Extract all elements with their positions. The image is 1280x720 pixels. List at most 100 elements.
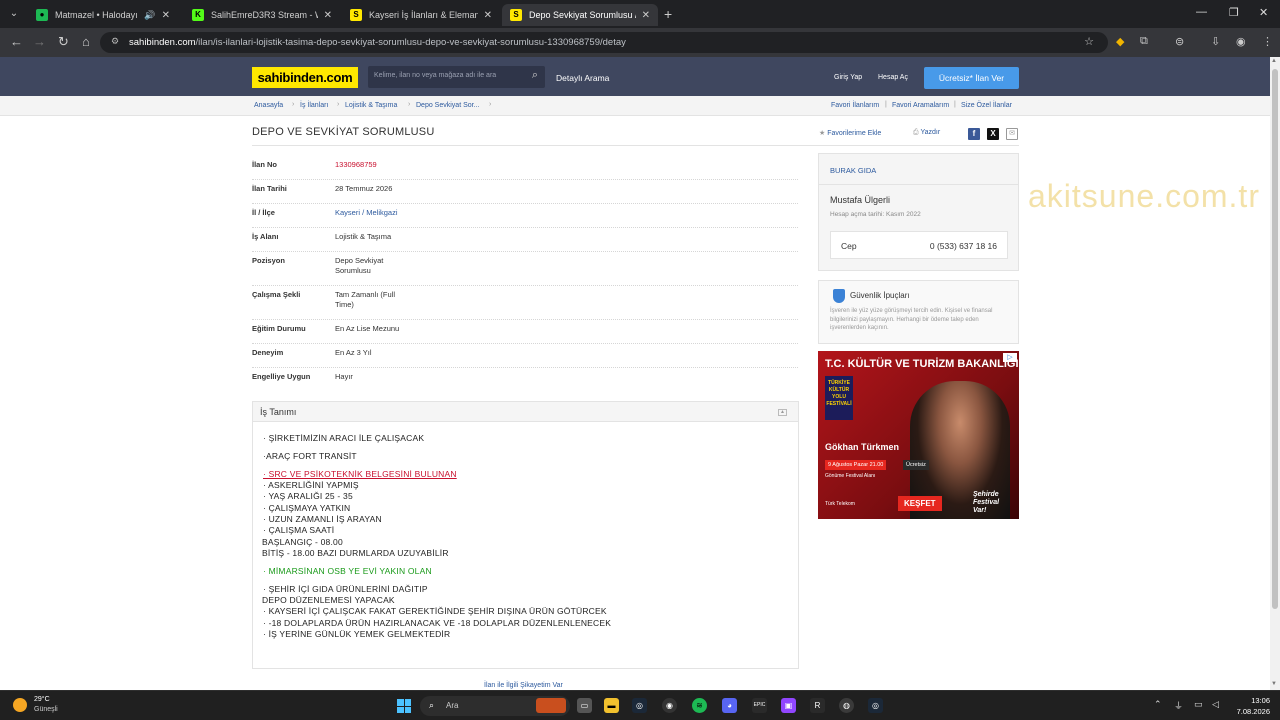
print-button[interactable]: ⎙ Yazdır — [913, 129, 940, 137]
spotify-icon[interactable]: ≋ — [692, 698, 707, 713]
register-link[interactable]: Hesap Aç — [878, 74, 908, 81]
event-date: 9 Ağustos Pazar 21.00 — [825, 460, 887, 470]
reload-icon[interactable]: ↻ — [58, 34, 69, 50]
system-clock[interactable]: 13:06 7.08.2026 — [1232, 695, 1270, 717]
close-window-icon[interactable]: ✕ — [1259, 6, 1268, 19]
page-scrollbar[interactable]: ▲ ▼ — [1270, 57, 1280, 690]
steam-icon[interactable]: ◎ — [632, 698, 647, 713]
speaker-icon[interactable]: 🔊 — [144, 10, 155, 21]
sun-icon[interactable] — [13, 698, 27, 712]
tab-title: Kayseri İş İlanları & Eleman Ara — [369, 10, 478, 20]
tab-spotify[interactable]: ● Matmazel • Halodayı 🔊 ✕ — [28, 4, 178, 26]
tab-kayseri-jobs[interactable]: S Kayseri İş İlanları & Eleman Ara ✕ — [342, 4, 500, 26]
downloads-icon[interactable]: ⇩ — [1211, 35, 1220, 48]
close-tab-icon[interactable]: ✕ — [484, 10, 492, 21]
file-explorer-icon[interactable]: ▬ — [604, 698, 619, 713]
description-line: · ÇALIŞMA SAATİ — [263, 525, 335, 535]
facebook-share-icon[interactable]: f — [968, 128, 980, 140]
post-free-ad-button[interactable]: Ücretsiz* İlan Ver — [924, 67, 1019, 89]
tray-overflow-icon[interactable]: ⌃ — [1154, 699, 1162, 710]
description-line: · UZUN ZAMANLI İŞ ARAYAN — [263, 514, 382, 524]
network-icon[interactable]: ▭ — [1194, 699, 1203, 710]
close-tab-icon[interactable]: ✕ — [324, 10, 332, 21]
complaint-link[interactable]: İlan ile İlgili Şikayetim Var — [484, 682, 563, 689]
twitch-icon[interactable]: ▣ — [781, 698, 796, 713]
detail-row-accessible: Engelliye Uygun Hayır — [252, 372, 798, 392]
epic-games-icon[interactable]: EPIC — [752, 698, 767, 713]
breadcrumb-current[interactable]: Depo Sevkiyat Sor... — [416, 102, 479, 109]
account-since: Hesap açma tarihi: Kasım 2022 — [830, 211, 921, 218]
vpn-icon[interactable]: ⊜ — [1175, 35, 1184, 48]
weather-condition: Güneşli — [34, 706, 58, 713]
seller-divider — [819, 184, 1018, 185]
store-name-link[interactable]: BURAK GIDA — [830, 166, 876, 175]
add-favorite-button[interactable]: ★ Favorilerime Ekle — [819, 129, 881, 137]
forward-icon[interactable]: → — [33, 34, 46, 49]
bookmark-star-icon[interactable]: ☆ — [1084, 35, 1094, 48]
extension-icon[interactable]: ◆ — [1116, 35, 1124, 48]
ad-title: T.C. KÜLTÜR VE TURİZM BAKANLIĞI — [825, 358, 1019, 370]
site-header: sahibinden.com Kelime, ilan no veya mağa… — [0, 57, 1280, 96]
scroll-down-icon[interactable]: ▼ — [1271, 681, 1277, 687]
tab-title: SalihEmreD3R3 Stream - Watch — [211, 10, 318, 20]
browser-menu-icon[interactable]: ⋮ — [1262, 35, 1273, 48]
widget-image-icon[interactable] — [536, 698, 566, 713]
ad-discover-button[interactable]: KEŞFET — [898, 496, 942, 511]
windows-start-icon[interactable] — [397, 699, 411, 713]
steam-running-icon[interactable]: ◎ — [868, 698, 883, 713]
site-info-icon[interactable]: ⚙ — [111, 36, 119, 47]
profile-avatar-icon[interactable]: ◉ — [1236, 35, 1246, 48]
rockstar-launcher-icon[interactable]: R — [810, 698, 825, 713]
scroll-up-icon[interactable]: ▲ — [1271, 58, 1277, 64]
volume-icon[interactable]: ◁ — [1212, 699, 1219, 710]
phone-box[interactable]: Cep 0 (533) 637 18 16 — [830, 231, 1008, 259]
maximize-icon[interactable]: ❐ — [1229, 6, 1239, 19]
description-line-highlight: · MİMARSİNAN OSB YE EVİ YAKIN OLAN — [263, 566, 432, 576]
favorite-searches-link[interactable]: Favori Aramalarım — [892, 102, 949, 109]
x-share-icon[interactable]: X — [987, 128, 999, 140]
breadcrumb-separator: | — [954, 101, 956, 108]
task-view-icon[interactable]: ▭ — [577, 698, 592, 713]
detail-key: Çalışma Şekli — [252, 290, 301, 299]
address-bar[interactable]: ⚙ sahibinden.com/ilan/is-ilanlari-lojist… — [100, 32, 1108, 53]
close-tab-icon[interactable]: ✕ — [642, 10, 650, 21]
detail-row-ilan-no: İlan No 1330968759 — [252, 160, 798, 180]
search-icon[interactable]: ⌕ — [532, 69, 538, 82]
breadcrumb-jobs[interactable]: İş İlanları — [300, 102, 328, 109]
sahibinden-favicon: S — [350, 9, 362, 21]
spotify-icon: ● — [36, 9, 48, 21]
advertisement-banner[interactable]: T.C. KÜLTÜR VE TURİZM BAKANLIĞI TÜRKİYE … — [818, 351, 1019, 519]
collapse-icon[interactable]: ▲ — [778, 409, 787, 416]
detail-key: İş Alanı — [252, 232, 279, 241]
sahibinden-logo[interactable]: sahibinden.com — [252, 67, 358, 88]
special-listings-link[interactable]: Size Özel İlanlar — [961, 102, 1012, 109]
detail-row-position: Pozisyon Depo Sevkiyat Sorumlusu — [252, 256, 798, 286]
chrome-icon[interactable]: ◍ — [839, 698, 854, 713]
url-host: sahibinden.com — [129, 37, 196, 48]
location-link[interactable]: Kayseri / Melikgazi — [335, 208, 415, 218]
email-share-icon[interactable]: ✉ — [1006, 128, 1018, 140]
login-link[interactable]: Giriş Yap — [834, 74, 862, 81]
back-icon[interactable]: ← — [10, 34, 23, 49]
detail-value: Tam Zamanlı (Full Time) — [335, 290, 396, 309]
adchoices-icon[interactable]: ▷ — [1003, 353, 1017, 362]
breadcrumb-home[interactable]: Anasayfa — [254, 102, 283, 109]
search-placeholder: Kelime, ilan no veya mağaza adı ile ara — [374, 72, 497, 79]
site-search-input[interactable]: Kelime, ilan no veya mağaza adı ile ara … — [368, 66, 545, 88]
home-icon[interactable]: ⌂ — [82, 34, 90, 49]
minimize-icon[interactable]: — — [1196, 6, 1207, 18]
new-tab-icon[interactable]: + — [664, 6, 672, 22]
advanced-search-link[interactable]: Detaylı Arama — [556, 73, 609, 83]
tab-depo-sevkiyat[interactable]: S Depo Sevkiyat Sorumlusu / DEP ✕ — [502, 4, 658, 26]
discord-icon[interactable]: ◕ — [722, 698, 737, 713]
microphone-icon[interactable]: ⏚ — [1174, 699, 1183, 712]
extensions-puzzle-icon[interactable]: ⧉ — [1140, 35, 1148, 48]
breadcrumb-logistics[interactable]: Lojistik & Taşıma — [345, 102, 397, 109]
tab-kick-stream[interactable]: K SalihEmreD3R3 Stream - Watch ✕ — [184, 4, 340, 26]
scrollbar-thumb[interactable] — [1272, 69, 1278, 609]
close-tab-icon[interactable]: ✕ — [162, 10, 170, 21]
tab-search-icon[interactable]: ⌄ — [6, 6, 22, 22]
obs-icon[interactable]: ◉ — [662, 698, 677, 713]
url-text: sahibinden.com/ilan/is-ilanlari-lojistik… — [129, 37, 626, 48]
favorite-listings-link[interactable]: Favori İlanlarım — [831, 102, 879, 109]
